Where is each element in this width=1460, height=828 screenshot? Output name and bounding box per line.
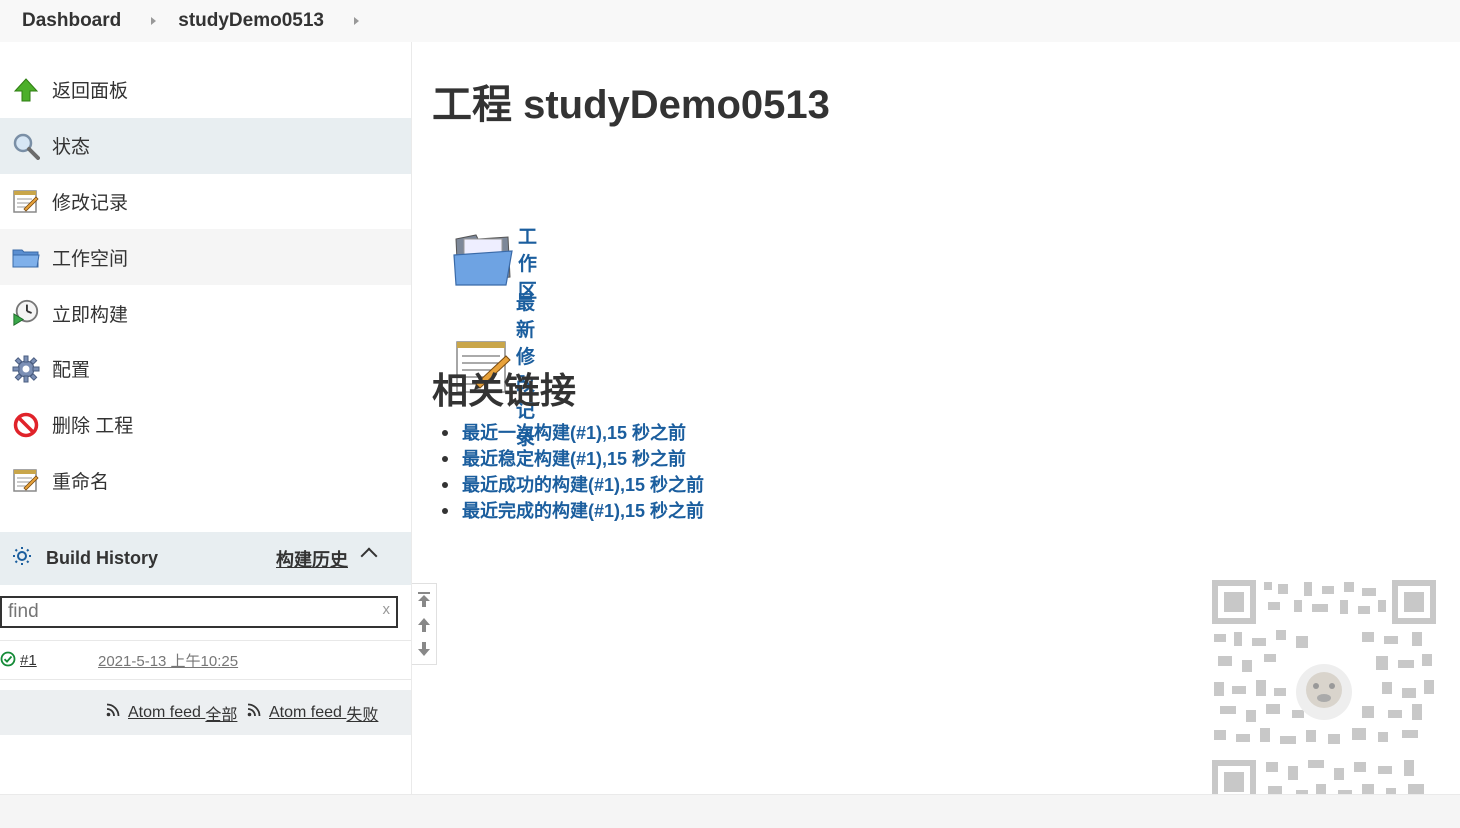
rss-icon [247, 703, 261, 722]
clear-search-button[interactable]: x [383, 601, 391, 618]
sidebar-item-status[interactable]: 状态 [0, 117, 411, 174]
breadcrumb: Dashboard studyDemo0513 [0, 0, 1460, 42]
sidebar-item-delete-project[interactable]: 删除 工程 [0, 397, 411, 453]
sidebar-item-build-now[interactable]: 立即构建 [0, 285, 411, 341]
scroll-down-icon[interactable] [417, 641, 431, 657]
success-check-icon [0, 651, 16, 672]
sidebar-item-label: 删除 工程 [52, 416, 134, 438]
breadcrumb-project[interactable]: studyDemo0513 [178, 10, 324, 32]
list-item: 最近成功的构建(#1),15 秒之前 [441, 472, 704, 498]
atom-feed-bar: Atom feed 全部 Atom feed 失败 [0, 690, 411, 735]
related-links-list: 最近一次构建(#1),15 秒之前 最近稳定构建(#1),15 秒之前 最近成功… [441, 420, 704, 524]
scroll-helper-panel [412, 583, 437, 665]
page-title: 工程 studyDemo0513 [432, 83, 830, 127]
gear-icon [12, 355, 40, 383]
folder-icon [452, 233, 514, 293]
feed-fail-prefix: Atom feed [269, 703, 342, 721]
last-successful-build-link[interactable]: 最近成功的构建(#1),15 秒之前 [462, 475, 704, 495]
sidebar: 返回面板 状态 修改记录 工作空间 立即构建 配置 删除 工程 重命名 Buil… [0, 42, 412, 794]
last-completed-build-link[interactable]: 最近完成的构建(#1),15 秒之前 [462, 501, 704, 521]
sidebar-item-label: 重命名 [52, 471, 110, 493]
build-number-link[interactable]: #1 [20, 652, 37, 669]
folder-icon [12, 243, 40, 271]
related-links-heading: 相关链接 [432, 370, 577, 411]
magnifier-icon [12, 132, 40, 160]
scroll-to-top-icon[interactable] [417, 592, 431, 608]
sidebar-item-label: 配置 [52, 360, 91, 382]
sidebar-item-configure[interactable]: 配置 [0, 341, 411, 397]
build-search-input[interactable] [2, 598, 374, 626]
feed-all-prefix: Atom feed [128, 703, 201, 721]
sidebar-item-label: 工作空间 [52, 248, 129, 270]
atom-feed-failed-link[interactable]: Atom feed 失败 [247, 701, 378, 725]
feed-all-suffix: 全部 [205, 706, 238, 724]
build-time-link[interactable]: 2021-5-13 上午10:25 [98, 650, 238, 671]
last-build-link[interactable]: 最近一次构建(#1),15 秒之前 [462, 423, 686, 443]
table-row: #1 2021-5-13 上午10:25 [0, 640, 411, 680]
sidebar-item-workspace[interactable]: 工作空间 [0, 229, 411, 286]
up-arrow-icon [12, 76, 40, 104]
qr-code-image [1212, 580, 1436, 804]
list-item: 最近一次构建(#1),15 秒之前 [441, 420, 704, 446]
atom-feed-all-link[interactable]: Atom feed 全部 [106, 701, 237, 725]
weather-sun-icon [12, 546, 32, 571]
breadcrumb-separator-icon[interactable] [151, 17, 157, 25]
notepad-pencil-icon [12, 466, 40, 494]
sidebar-item-label: 修改记录 [52, 192, 129, 214]
page-footer [0, 794, 1460, 828]
sidebar-item-label: 立即构建 [52, 304, 129, 326]
build-clock-icon [12, 299, 40, 327]
list-item: 最近完成的构建(#1),15 秒之前 [441, 498, 704, 524]
task-list: 返回面板 状态 修改记录 工作空间 立即构建 配置 删除 工程 重命名 [0, 42, 411, 508]
build-history-header: Build History 构建历史 [0, 532, 411, 585]
notepad-icon [12, 187, 40, 215]
build-history-title: Build History [46, 548, 159, 568]
list-item: 最近稳定构建(#1),15 秒之前 [441, 446, 704, 472]
sidebar-item-label: 状态 [52, 137, 91, 159]
feed-fail-suffix: 失败 [346, 706, 379, 724]
sidebar-item-back-to-dashboard[interactable]: 返回面板 [0, 62, 411, 118]
breadcrumb-dashboard[interactable]: Dashboard [22, 10, 121, 32]
rss-icon [106, 703, 120, 722]
no-entry-icon [12, 411, 40, 439]
chevron-up-icon[interactable] [360, 547, 378, 565]
sidebar-item-label: 返回面板 [52, 81, 129, 103]
build-trend-link[interactable]: 构建历史 [276, 546, 348, 572]
sidebar-item-rename[interactable]: 重命名 [0, 453, 411, 509]
build-search-box: x [0, 596, 398, 628]
sidebar-item-changes[interactable]: 修改记录 [0, 174, 411, 230]
last-stable-build-link[interactable]: 最近稳定构建(#1),15 秒之前 [462, 449, 686, 469]
breadcrumb-separator-icon[interactable] [353, 17, 359, 25]
scroll-up-icon[interactable] [417, 617, 431, 633]
